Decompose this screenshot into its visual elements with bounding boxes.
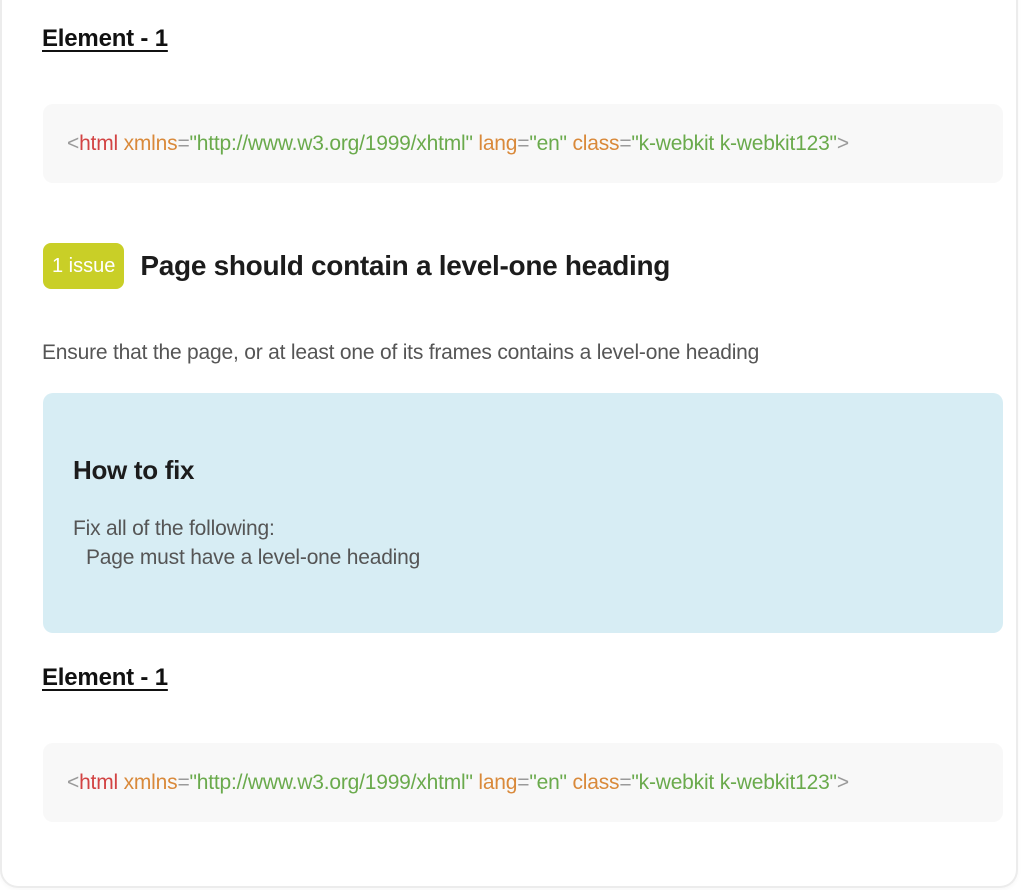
code-value: "en" bbox=[529, 770, 567, 794]
issue-description: Ensure that the page, or at least one of… bbox=[42, 341, 760, 364]
code-punct: = bbox=[177, 770, 190, 794]
code-tag: html bbox=[79, 131, 118, 155]
code-attr: lang bbox=[478, 131, 518, 155]
code-snippet: < html xmlns = "http://www.w3.org/1999/xhtm… bbox=[43, 743, 1003, 822]
issue-count-badge: 1 issue bbox=[43, 243, 125, 289]
how-to-fix-heading: How to fix bbox=[73, 455, 195, 485]
code-value: "en" bbox=[529, 131, 567, 155]
code-attr: lang bbox=[478, 770, 518, 794]
element-title: Element - 1 bbox=[42, 664, 168, 691]
element-title: Element - 1 bbox=[42, 25, 168, 52]
code-punct: = bbox=[517, 131, 530, 155]
issue-title: Page should contain a level-one heading bbox=[140, 250, 671, 281]
code-attr: xmlns bbox=[123, 131, 178, 155]
code-punct: < bbox=[67, 770, 80, 794]
code-value: "k-webkit k-webkit123" bbox=[631, 770, 837, 794]
code-attr: class bbox=[572, 131, 620, 155]
fix-item: Page must have a level-one heading bbox=[86, 546, 421, 569]
code-value: "http://www.w3.org/1999/xhtml" bbox=[189, 770, 473, 794]
how-to-fix-box: How to fix Fix all of the following: Pag… bbox=[43, 393, 1003, 633]
code-punct: < bbox=[67, 131, 80, 155]
code-attr: class bbox=[572, 770, 620, 794]
issue-header: 1 issue Page should contain a level-one … bbox=[43, 243, 670, 289]
code-punct: = bbox=[619, 131, 632, 155]
code-punct: = bbox=[177, 131, 190, 155]
code-punct: > bbox=[836, 131, 849, 155]
code-snippet: < html xmlns = "http://www.w3.org/1999/xhtm… bbox=[43, 104, 1003, 183]
code-attr: xmlns bbox=[123, 770, 178, 794]
code-tag: html bbox=[79, 770, 118, 794]
code-punct: > bbox=[836, 770, 849, 794]
code-punct: = bbox=[619, 770, 632, 794]
code-value: "k-webkit k-webkit123" bbox=[631, 131, 837, 155]
code-punct: = bbox=[517, 770, 530, 794]
fix-instruction: Fix all of the following: bbox=[73, 517, 275, 540]
code-value: "http://www.w3.org/1999/xhtml" bbox=[189, 131, 473, 155]
